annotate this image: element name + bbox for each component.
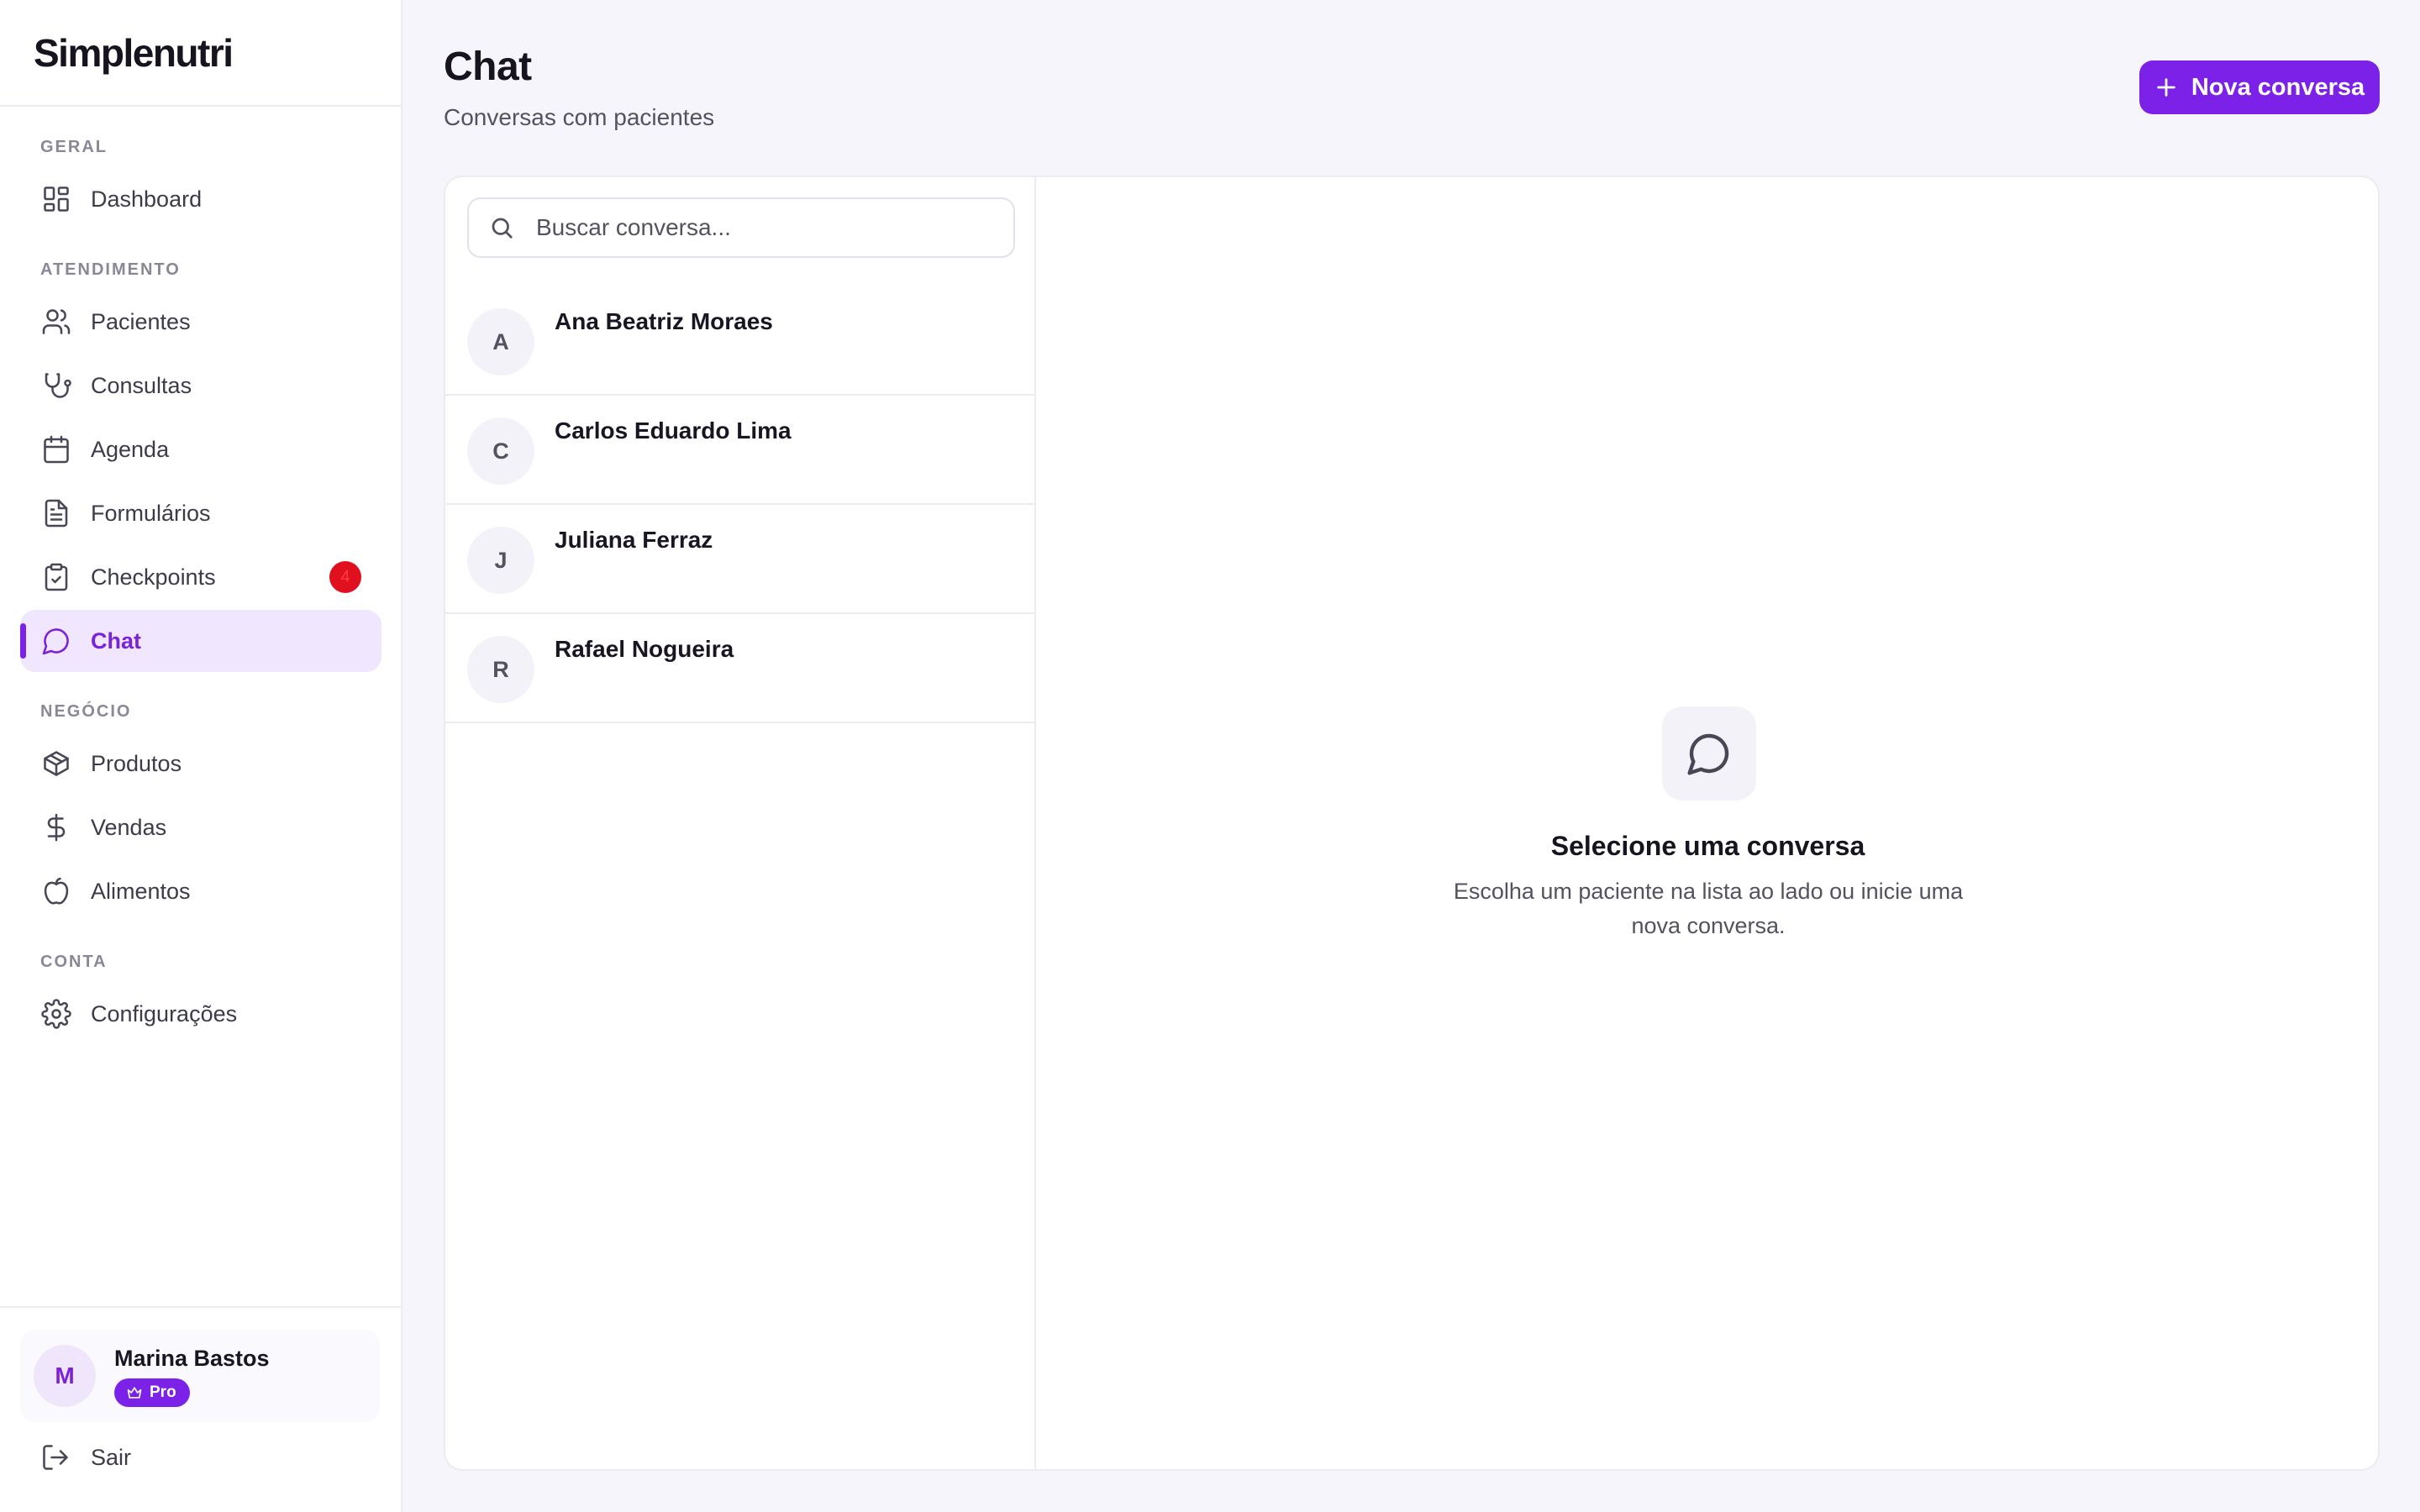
sidebar-item-configuracoes[interactable]: Configurações bbox=[20, 983, 381, 1045]
sidebar-item-label: Dashboard bbox=[91, 186, 203, 212]
avatar: R bbox=[467, 636, 534, 703]
sidebar-item-alimentos[interactable]: Alimentos bbox=[20, 860, 381, 922]
contact-name: Carlos Eduardo Lima bbox=[555, 417, 792, 444]
file-text-icon bbox=[40, 497, 72, 529]
empty-state-description: Escolha um paciente na lista ao lado ou … bbox=[1453, 879, 1964, 938]
list-item[interactable]: J Juliana Ferraz bbox=[445, 505, 1034, 614]
list-item[interactable]: C Carlos Eduardo Lima bbox=[445, 396, 1034, 505]
sidebar-item-label: Configurações bbox=[91, 1000, 238, 1026]
list-item[interactable]: A Ana Beatriz Moraes bbox=[445, 286, 1034, 396]
logo[interactable]: Simplenutri bbox=[34, 30, 234, 76]
sidebar-item-label: Agenda bbox=[91, 436, 170, 462]
avatar: J bbox=[467, 527, 534, 594]
contact-name: Rafael Nogueira bbox=[555, 636, 734, 662]
plan-badge: Pro bbox=[114, 1378, 190, 1407]
contact-name: Ana Beatriz Moraes bbox=[555, 308, 773, 334]
logout-label: Sair bbox=[91, 1444, 132, 1470]
page-title: Chat bbox=[444, 45, 532, 89]
section-label-atendimento: ATENDIMENTO bbox=[40, 260, 181, 279]
dashboard-icon bbox=[40, 183, 72, 215]
users-icon bbox=[40, 306, 72, 338]
plus-icon bbox=[2157, 78, 2175, 97]
plan-label: Pro bbox=[150, 1383, 176, 1401]
new-conversation-button[interactable]: Nova conversa bbox=[2139, 60, 2380, 114]
chat-panel: A Ana Beatriz Moraes C Carlos Eduardo Li… bbox=[444, 176, 2380, 1471]
avatar: C bbox=[467, 417, 534, 485]
sidebar-item-checkpoints[interactable]: Checkpoints 4 bbox=[20, 546, 381, 608]
notification-badge: 4 bbox=[329, 561, 361, 593]
sidebar-item-label: Pacientes bbox=[91, 308, 191, 334]
sidebar-item-pacientes[interactable]: Pacientes bbox=[20, 291, 381, 353]
user-card[interactable]: M Marina Bastos Pro bbox=[20, 1330, 380, 1422]
crown-icon bbox=[127, 1386, 142, 1399]
sidebar-item-dashboard[interactable]: Dashboard bbox=[20, 168, 381, 230]
list-item[interactable]: R Rafael Nogueira bbox=[445, 614, 1034, 723]
user-info: Marina Bastos Pro bbox=[114, 1346, 270, 1407]
sidebar-item-label: Formulários bbox=[91, 500, 211, 526]
page-subtitle: Conversas com pacientes bbox=[444, 104, 715, 130]
search-input[interactable] bbox=[536, 214, 1007, 241]
logout-button[interactable]: Sair bbox=[40, 1442, 131, 1473]
package-icon bbox=[40, 748, 72, 780]
sidebar-item-vendas[interactable]: Vendas bbox=[20, 796, 381, 858]
empty-state: Selecione uma conversa Escolha um pacien… bbox=[1036, 177, 2378, 1469]
sidebar-item-label: Alimentos bbox=[91, 878, 191, 904]
sidebar-footer: M Marina Bastos Pro Sair bbox=[0, 1306, 401, 1512]
contact-name: Juliana Ferraz bbox=[555, 527, 713, 553]
sidebar-item-chat[interactable]: Chat bbox=[20, 610, 381, 672]
calendar-icon bbox=[40, 433, 72, 465]
avatar: A bbox=[467, 308, 534, 375]
search-icon bbox=[492, 218, 513, 239]
clipboard-check-icon bbox=[40, 561, 72, 593]
section-label-negocio: NEGÓCIO bbox=[40, 702, 132, 721]
sidebar-item-label: Produtos bbox=[91, 750, 182, 776]
message-circle-icon bbox=[1662, 706, 1756, 801]
stethoscope-icon bbox=[40, 370, 72, 402]
section-label-geral: GERAL bbox=[40, 138, 108, 156]
sidebar-item-produtos[interactable]: Produtos bbox=[20, 732, 381, 795]
sidebar-item-label: Chat bbox=[91, 627, 141, 654]
empty-state-title: Selecione uma conversa bbox=[1550, 831, 1865, 861]
user-name: Marina Bastos bbox=[114, 1345, 270, 1371]
avatar: M bbox=[34, 1345, 96, 1407]
sidebar-item-label: Checkpoints bbox=[91, 564, 216, 590]
sidebar-item-label: Consultas bbox=[91, 372, 192, 398]
sidebar-item-agenda[interactable]: Agenda bbox=[20, 418, 381, 480]
logo-area: Simplenutri bbox=[0, 0, 401, 107]
message-circle-icon bbox=[40, 625, 72, 657]
dollar-sign-icon bbox=[40, 811, 72, 843]
logout-icon bbox=[43, 1445, 68, 1470]
gear-icon bbox=[40, 998, 72, 1030]
search-box[interactable] bbox=[467, 197, 1015, 258]
section-label-conta: CONTA bbox=[40, 953, 108, 971]
sidebar-item-consultas[interactable]: Consultas bbox=[20, 354, 381, 417]
sidebar: Simplenutri GERAL Dashboard ATENDIMENTO … bbox=[0, 0, 402, 1512]
sidebar-item-formularios[interactable]: Formulários bbox=[20, 482, 381, 544]
apple-icon bbox=[40, 875, 72, 907]
sidebar-item-label: Vendas bbox=[91, 814, 167, 840]
conversation-list: A Ana Beatriz Moraes C Carlos Eduardo Li… bbox=[445, 177, 1036, 1469]
new-conversation-label: Nova conversa bbox=[2191, 73, 2365, 101]
